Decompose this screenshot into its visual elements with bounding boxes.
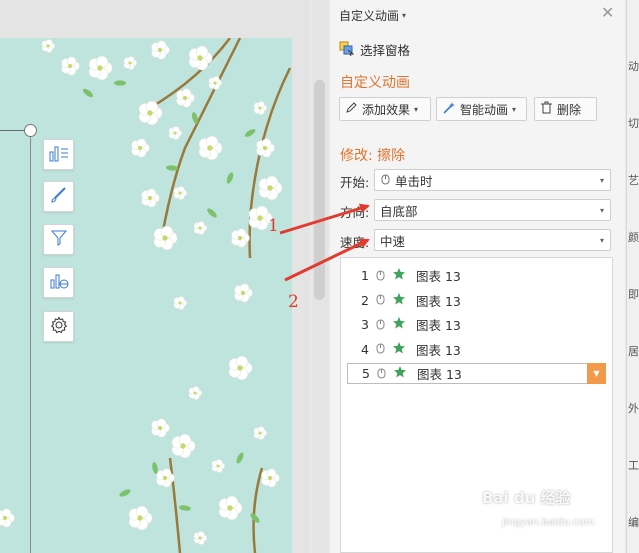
- watermark-brand: Bai du 经验: [482, 489, 571, 507]
- list-item-number: 2: [361, 292, 369, 308]
- animation-list-item[interactable]: 2 图表 13: [347, 290, 606, 311]
- chevron-down-icon: ▾: [414, 104, 419, 114]
- speed-dropdown[interactable]: 中速 ▾: [374, 229, 611, 251]
- speed-label: 速度:: [340, 235, 370, 250]
- list-item-number: 3: [361, 317, 369, 332]
- chart-filter-button[interactable]: [43, 224, 74, 255]
- chart-elements-icon: [49, 144, 69, 165]
- side-tab-label[interactable]: 居: [628, 343, 639, 359]
- pencil-icon: [345, 101, 358, 117]
- chart-style-button[interactable]: [43, 181, 74, 212]
- trash-icon: [540, 101, 553, 117]
- star-motion-icon: [393, 365, 407, 382]
- speed-value: 中速: [380, 233, 406, 249]
- chart-selection-frame-left: [30, 130, 31, 553]
- chart-elements-button[interactable]: [43, 139, 74, 170]
- animation-list-item[interactable]: 1 图表 13: [347, 265, 606, 286]
- side-tab-label[interactable]: 动: [628, 58, 639, 74]
- side-tab-label[interactable]: 工: [628, 457, 639, 473]
- list-item-number: 1: [361, 268, 369, 283]
- mouse-click-icon: [375, 317, 386, 333]
- side-tab-label[interactable]: 编: [628, 514, 639, 530]
- chart-settings-button[interactable]: [43, 267, 74, 298]
- start-value: 单击时: [395, 173, 433, 189]
- direction-dropdown[interactable]: 自底部 ▾: [374, 199, 611, 221]
- chevron-down-icon: ▾: [599, 236, 604, 245]
- list-item-number: 4: [361, 341, 369, 357]
- side-tab-label[interactable]: 即: [628, 286, 639, 302]
- annotation-number-1: 1: [268, 216, 279, 236]
- panel-title-dropdown[interactable]: 自定义动画 ▾: [339, 7, 406, 24]
- gear-icon: [50, 316, 68, 337]
- slide-canvas-area[interactable]: [0, 0, 310, 553]
- star-motion-icon: [392, 292, 406, 309]
- list-item-name: 图表 13: [416, 342, 461, 358]
- animation-list-item[interactable]: 4 图表 13: [347, 339, 606, 360]
- animation-list-item[interactable]: 5 图表 13 ▼: [347, 363, 606, 384]
- mouse-click-icon: [376, 366, 387, 382]
- side-tab-label[interactable]: 切: [628, 115, 639, 131]
- chevron-down-icon: ▾: [599, 206, 604, 215]
- list-item-name: 图表 13: [416, 318, 461, 333]
- side-tab-label[interactable]: 外: [628, 400, 639, 416]
- list-item-name: 图表 13: [416, 293, 461, 309]
- star-effect-icon: [392, 341, 406, 358]
- delete-label: 删除: [557, 102, 582, 117]
- start-dropdown[interactable]: 单击时 ▾: [374, 169, 611, 191]
- add-effect-label: 添加效果: [362, 102, 411, 117]
- star-effect-icon: [392, 267, 406, 284]
- watermark-url: jingyan.baidu.com: [502, 517, 595, 528]
- panel-title: 自定义动画: [339, 9, 400, 23]
- list-item-number: 5: [362, 366, 370, 381]
- direction-label: 方向:: [340, 205, 370, 220]
- close-icon[interactable]: ✕: [601, 5, 614, 21]
- mouse-click-icon: [375, 292, 386, 308]
- star-motion-icon: [392, 316, 406, 333]
- start-label: 开始:: [340, 175, 370, 190]
- side-tab-label[interactable]: 艺: [628, 172, 639, 188]
- filter-icon: [50, 229, 68, 250]
- chart-options-button[interactable]: [43, 311, 74, 342]
- brush-icon: [50, 186, 68, 207]
- custom-animation-panel: 自定义动画 ▾ ✕ 选择窗格 自定义动画 添加效果 ▾ 智能动画 ▾ 删除 修改…: [330, 0, 625, 553]
- side-tab-strip[interactable]: 动切艺颜即居外工编: [626, 0, 639, 553]
- selection-pane-icon: [339, 41, 355, 59]
- mouse-click-icon: [375, 341, 386, 357]
- side-tab-label[interactable]: 颜: [628, 229, 639, 245]
- add-effect-button[interactable]: 添加效果 ▾: [339, 97, 431, 121]
- chart-resize-handle[interactable]: [24, 124, 37, 137]
- list-item-name: 图表 13: [417, 367, 462, 382]
- select-pane-button[interactable]: 选择窗格: [339, 40, 410, 59]
- section-heading: 自定义动画: [340, 75, 410, 91]
- chevron-down-icon: ▾: [402, 11, 407, 20]
- animation-list[interactable]: 1 图表 13 2 图表 13 3 图表 13 4 图表 13 5 图表 13 ▼: [340, 257, 613, 553]
- mouse-click-icon: [375, 268, 386, 284]
- smart-animation-label: 智能动画: [460, 102, 509, 117]
- delete-button[interactable]: 删除: [534, 97, 597, 121]
- annotation-number-2: 2: [288, 292, 299, 312]
- mouse-click-icon: [380, 172, 391, 188]
- direction-value: 自底部: [380, 203, 418, 219]
- chevron-down-icon: ▾: [599, 176, 604, 185]
- slide[interactable]: [0, 38, 292, 553]
- animation-list-item[interactable]: 3 图表 13: [347, 314, 606, 335]
- list-item-dropdown-button[interactable]: ▼: [587, 363, 606, 384]
- magic-wand-icon: [442, 101, 456, 118]
- select-pane-label: 选择窗格: [360, 43, 411, 58]
- canvas-scrollbar-thumb[interactable]: [314, 80, 325, 300]
- smart-animation-button[interactable]: 智能动画 ▾: [436, 97, 527, 121]
- chevron-down-icon: ▾: [512, 104, 517, 114]
- list-item-name: 图表 13: [416, 269, 461, 284]
- modify-heading: 修改: 擦除: [340, 148, 406, 164]
- chart-globe-icon: [49, 272, 69, 293]
